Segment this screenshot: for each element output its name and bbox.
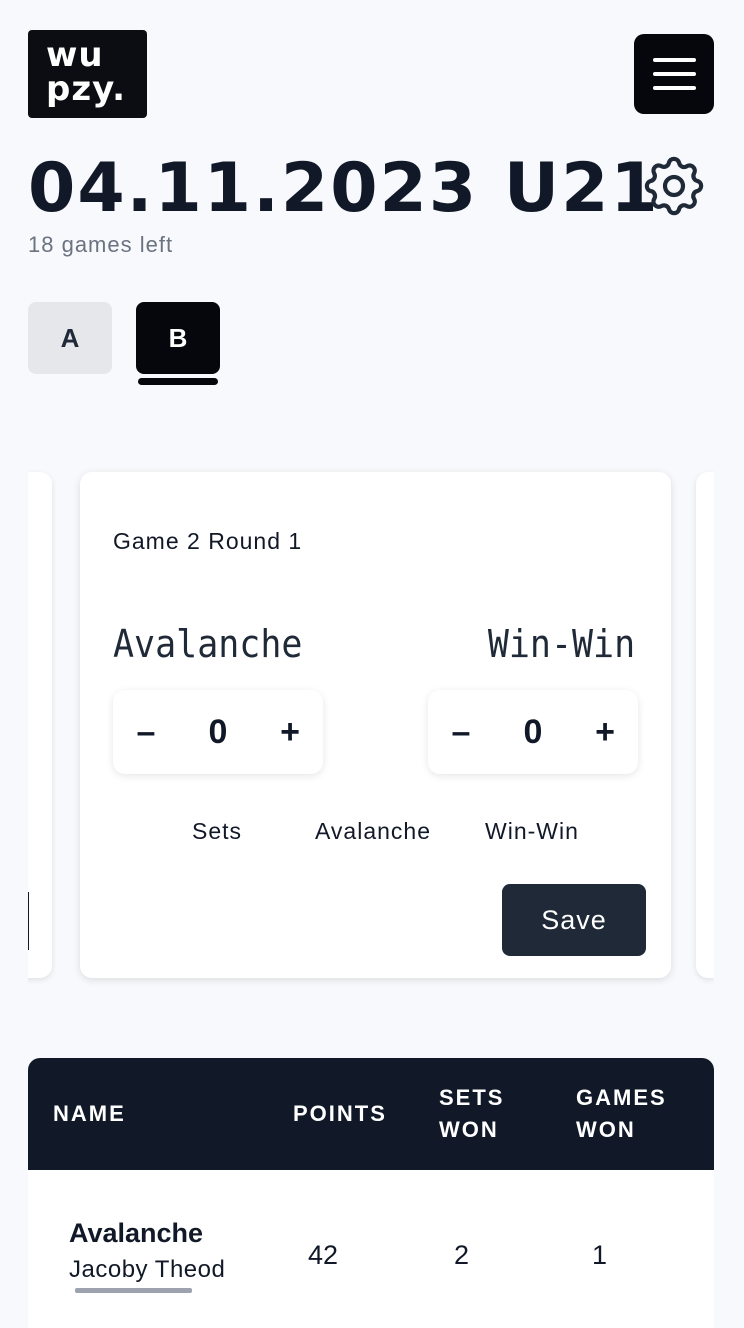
team-left-sets-stepper: – 0 + [113,690,323,774]
decrement-button[interactable]: – [113,690,179,774]
column-header-sets-won-line1: SETS [439,1085,505,1110]
column-header-name[interactable]: NAME [53,1098,126,1130]
decrement-button[interactable]: – [428,690,494,774]
gear-icon[interactable] [638,150,710,222]
column-header-games-won[interactable]: GAMES WON [576,1082,667,1146]
team-right-name: Win-Win [487,622,635,666]
right-edge-mask [714,460,744,1000]
team-right-sets-stepper: – 0 + [428,690,638,774]
tab-group-a[interactable]: A [28,302,112,374]
team-left-name: Avalanche [113,622,303,666]
menu-line [653,58,696,62]
menu-line [653,72,696,76]
left-edge-mask [0,460,28,1000]
page-title: 04.11.2023 U21 [28,149,660,228]
column-header-games-won-line2: WON [576,1117,636,1142]
game-round-label: Game 2 Round 1 [113,528,303,554]
sets-value: 0 [208,712,228,751]
hamburger-menu-icon[interactable] [634,34,714,114]
column-header-games-won-line1: GAMES [576,1085,667,1110]
wupzy-logo[interactable]: wu pzy. [28,30,147,118]
team-right-label: Win-Win [485,818,579,844]
sets-label: Sets [192,818,243,844]
table-row: Avalanche Jacoby Theod 42 2 1 [28,1170,714,1328]
menu-line [653,86,696,90]
table-header: NAME POINTS SETS WON GAMES WON [28,1058,714,1170]
increment-button[interactable]: + [257,690,323,774]
scroll-indicator[interactable] [75,1288,192,1293]
standings-table: NAME POINTS SETS WON GAMES WON Avalanche… [28,1058,714,1328]
column-header-sets-won-line2: WON [439,1117,499,1142]
save-button[interactable]: Save [502,884,646,956]
tab-group-b[interactable]: B [136,302,220,374]
games-won-cell: 1 [592,1240,608,1270]
logo-line-1: wu [46,35,104,75]
increment-button[interactable]: + [572,690,638,774]
next-game-card[interactable] [696,472,714,978]
team-name-cell: Avalanche [69,1218,204,1248]
game-card: Game 2 Round 1 Avalanche Win-Win – 0 + –… [80,472,671,978]
player-name-cell: Jacoby Theod [69,1256,226,1283]
sets-value: 0 [523,712,543,751]
games-left-text: 18 games left [28,232,174,257]
sets-won-cell: 2 [454,1240,470,1270]
team-left-label: Avalanche [315,818,431,844]
column-header-sets-won[interactable]: SETS WON [439,1082,504,1146]
logo-line-2: pzy. [46,69,127,109]
points-cell: 42 [308,1240,339,1270]
active-tab-indicator [138,378,218,385]
column-header-points[interactable]: POINTS [293,1098,387,1130]
